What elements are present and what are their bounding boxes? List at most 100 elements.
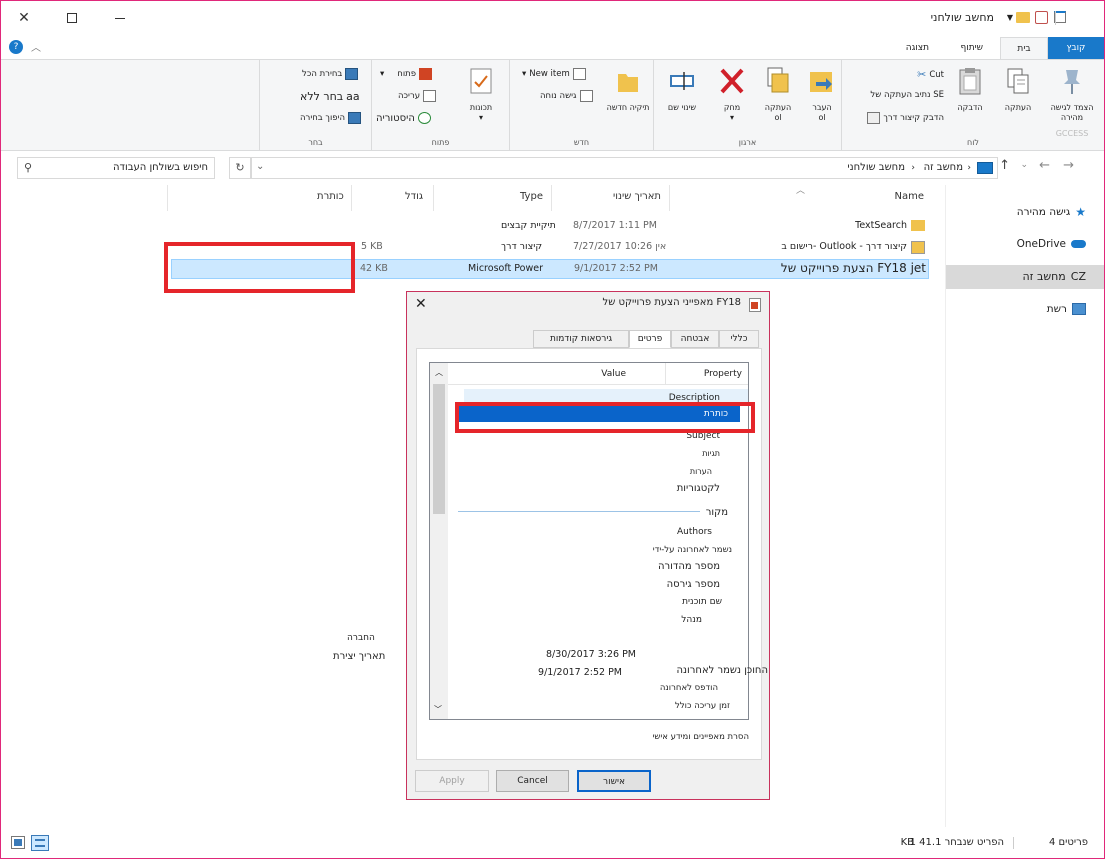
scroll-up-icon[interactable]: ︿ — [430, 367, 448, 378]
large-icons-view-icon — [14, 839, 22, 846]
breadcrumb-this-pc[interactable]: מחשב זה — [924, 162, 963, 173]
tab-file[interactable]: קובץ — [1048, 37, 1104, 59]
column-title[interactable]: כותרת — [317, 191, 344, 202]
easy-access-button[interactable]: גישה נוחה — [540, 90, 593, 102]
maximize-button[interactable] — [49, 1, 95, 35]
details-view-button[interactable] — [31, 835, 49, 851]
scroll-down-icon[interactable]: ﹀ — [434, 704, 442, 715]
open-button[interactable]: ▾ פתוח — [380, 68, 433, 80]
tab-previous-versions[interactable]: גירסאות קודמות — [533, 330, 629, 348]
property-categories: לקטגוריות — [676, 483, 720, 494]
property-scrollbar[interactable]: ︿ ﹀ — [430, 363, 448, 719]
property-content-saved: החוכן נשמר לאחרונה — [676, 665, 769, 676]
column-name[interactable]: Name — [894, 191, 924, 202]
paste-button[interactable]: הדבקה — [948, 66, 992, 113]
tab-details[interactable]: פרטים — [629, 330, 671, 348]
dialog-title: מאפייני הצעת פרוייקט של FY18 — [602, 297, 741, 308]
address-dropdown-icon[interactable]: ⌄ — [256, 161, 264, 172]
property-comments: הערות — [689, 467, 712, 476]
history-button[interactable]: היסטוריה — [376, 112, 431, 124]
file-row[interactable]: TextSearch 8/7/2017 1:11 PM תיקיית קבצים — [171, 217, 929, 237]
copy-path-button[interactable]: נתיב העתקה של SE — [870, 90, 944, 100]
paste-shortcut-button[interactable]: הדבק קיצור דרך — [867, 112, 944, 124]
powerpoint-icon — [419, 68, 433, 80]
help-icon[interactable]: ? — [9, 40, 23, 54]
minimize-button[interactable] — [97, 1, 143, 35]
tab-security[interactable]: אבטחה — [671, 330, 719, 348]
remove-properties-link[interactable]: הסרת מאפיינים ומידע אישי — [652, 732, 749, 742]
new-item-button[interactable]: ▾ New item — [522, 68, 586, 80]
folder-quick-icon[interactable] — [1016, 12, 1030, 23]
delete-button[interactable]: מחק ▾ — [710, 66, 754, 123]
header-separator — [665, 363, 666, 385]
refresh-button[interactable]: ↻ — [229, 157, 251, 179]
tab-home[interactable]: בית — [1000, 37, 1048, 59]
new-folder-icon — [618, 74, 638, 92]
undo-quick-icon[interactable] — [1035, 11, 1048, 24]
pin-icon — [1064, 70, 1080, 94]
copy-to-button[interactable]: העתקה ol — [758, 66, 798, 123]
clipboard-group-label: לוח — [967, 138, 979, 147]
quick-access-dropdown-icon[interactable]: ▼ — [1007, 13, 1013, 22]
forward-icon[interactable]: → — [1063, 158, 1074, 173]
clipboard-group: הצמד לגישה מהירה GCCESS העתקה הדבקה ✂ Cut… — [841, 60, 1104, 150]
dialog-close-button[interactable]: ✕ — [415, 296, 427, 312]
collapse-ribbon-icon[interactable]: ︿ — [31, 39, 41, 54]
open-group-label: פתוח — [431, 138, 450, 147]
properties-dialog: מאפייני הצעת פרוייקט של FY18 ✕ כללי אבטח… — [406, 291, 770, 800]
pin-quick-access-button[interactable]: הצמד לגישה מהירה GCCESS — [1044, 66, 1100, 139]
property-manager: מנהל — [681, 615, 702, 625]
column-type[interactable]: Type — [520, 191, 543, 202]
tab-share[interactable]: שיתוף — [951, 37, 992, 59]
tab-view[interactable]: תצוגה — [897, 37, 938, 59]
nav-quick-access[interactable]: גישה מהירה ★ — [1017, 205, 1086, 219]
column-separator — [167, 185, 168, 211]
powerpoint-file-icon — [749, 298, 761, 312]
title-cell-highlight — [164, 242, 355, 293]
invert-selection-button[interactable]: היפוך בחירה — [300, 112, 362, 124]
close-icon: ✕ — [415, 296, 427, 312]
back-icon[interactable]: ← — [1039, 158, 1050, 173]
up-icon[interactable]: ↑ — [999, 158, 1010, 173]
apply-button[interactable]: Apply — [415, 770, 489, 792]
shortcut-icon — [911, 241, 925, 254]
new-folder-button[interactable]: תיקיה חדשה — [606, 66, 650, 113]
edit-button[interactable]: עריכה — [398, 90, 437, 102]
property-column-header[interactable]: Property — [704, 369, 742, 379]
column-separator — [551, 185, 552, 211]
tab-general[interactable]: כללי — [719, 330, 759, 348]
column-separator — [351, 185, 352, 211]
recent-dropdown-icon[interactable]: ⌄ — [1020, 160, 1028, 170]
move-to-button[interactable]: העבר ol — [804, 66, 840, 123]
property-authors: Authors — [677, 527, 712, 537]
rename-button[interactable]: שינוי שם — [660, 66, 704, 113]
ok-button[interactable]: אישור — [577, 770, 651, 792]
select-none-icon: aa — [346, 90, 360, 103]
column-size[interactable]: גודל — [405, 191, 423, 202]
scroll-thumb[interactable] — [433, 384, 445, 514]
search-input[interactable]: חיפוש בשולחן העבודה — [113, 162, 208, 173]
property-last-saved-by: נשמר לאחרונה על-ידי — [652, 545, 732, 555]
nav-onedrive[interactable]: OneDrive — [1017, 238, 1086, 250]
breadcrumb-desktop[interactable]: מחשב שולחני — [847, 162, 905, 173]
star-icon: ★ — [1075, 205, 1086, 219]
open-group: תכונות ▾ ▾ פתוח עריכה היסטוריה פתוח — [371, 60, 509, 150]
cut-button[interactable]: ✂ Cut — [917, 68, 944, 81]
cut-icon: ✂ — [917, 68, 927, 81]
size-unit: KB — [900, 837, 914, 848]
cancel-button[interactable]: Cancel — [496, 770, 569, 792]
property-last-printed: הודפס לאחרונה — [659, 683, 718, 693]
value-column-header[interactable]: Value — [601, 369, 626, 379]
nav-network[interactable]: רשת — [1047, 303, 1086, 315]
address-box[interactable]: › מחשב זה › מחשב שולחני ⌄ — [251, 157, 998, 179]
search-box[interactable]: חיפוש בשולחן העבודה ⚲ — [17, 157, 215, 179]
property-program-name: שם תוכנית — [682, 597, 722, 607]
close-button[interactable]: ✕ — [1, 1, 47, 35]
large-icons-view-button[interactable] — [11, 836, 25, 849]
select-none-button[interactable]: בחר ללא aa — [300, 90, 360, 103]
copy-button[interactable]: העתקה — [996, 66, 1040, 113]
select-all-button[interactable]: בחירת הכל — [302, 68, 359, 80]
column-date[interactable]: תאריך שינוי — [613, 191, 661, 202]
nav-this-pc[interactable]: מחשב זה CZ — [1022, 270, 1086, 283]
properties-button[interactable]: תכונות ▾ — [454, 66, 508, 123]
